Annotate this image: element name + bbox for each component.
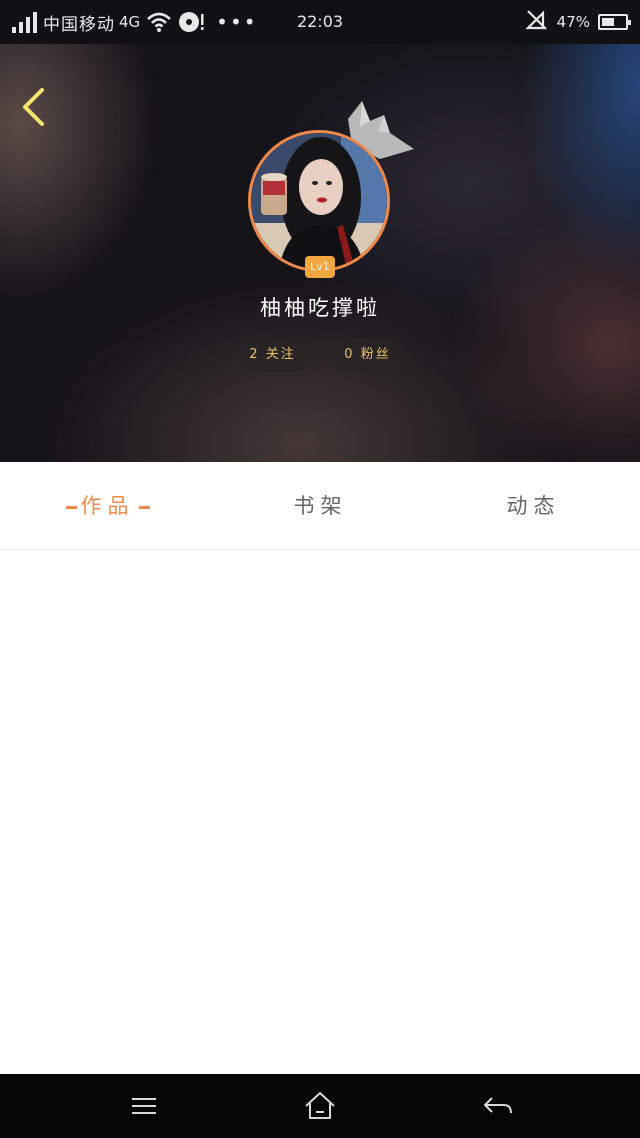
battery-percent: 47% xyxy=(556,13,590,31)
system-nav-bar xyxy=(0,1074,640,1138)
tab-bookshelf[interactable]: 书架 xyxy=(253,462,388,550)
following-count-button[interactable]: 2 关注 xyxy=(234,338,311,372)
username: 柚柚吃撑啦 xyxy=(260,296,380,320)
chevron-left-icon xyxy=(23,88,44,126)
home-button[interactable] xyxy=(300,1086,340,1126)
works-content-area xyxy=(0,551,640,1074)
profile-header: Lv1 柚柚吃撑啦 2 关注 0 粉丝 xyxy=(0,44,640,462)
menu-button[interactable] xyxy=(124,1086,164,1126)
tab-dynamics[interactable]: 动态 xyxy=(466,462,601,550)
system-back-button[interactable] xyxy=(478,1086,518,1126)
fans-count-button[interactable]: 0 粉丝 xyxy=(329,338,406,372)
menu-icon xyxy=(132,1098,156,1114)
avatar[interactable] xyxy=(248,130,390,272)
tab-bookshelf-label: 书架 xyxy=(293,494,348,518)
mute-icon xyxy=(525,9,549,35)
level-badge: Lv1 xyxy=(305,256,335,278)
active-tab-indicator-right xyxy=(138,506,150,509)
back-arrow-icon xyxy=(484,1097,512,1114)
tab-works-label: 作品 xyxy=(80,494,135,518)
active-tab-indicator-left xyxy=(65,506,77,509)
tab-bar: 作品 书架 动态 xyxy=(0,462,640,550)
status-bar: 中国移动 4G ••• 22:03 47% xyxy=(0,0,640,44)
home-icon xyxy=(305,1092,335,1119)
tab-works[interactable]: 作品 xyxy=(40,462,175,550)
back-button[interactable] xyxy=(14,84,54,130)
tab-dynamics-label: 动态 xyxy=(506,494,561,518)
status-right: 47% xyxy=(525,0,631,44)
battery-icon xyxy=(598,14,631,30)
avatar-wrap xyxy=(248,130,392,274)
